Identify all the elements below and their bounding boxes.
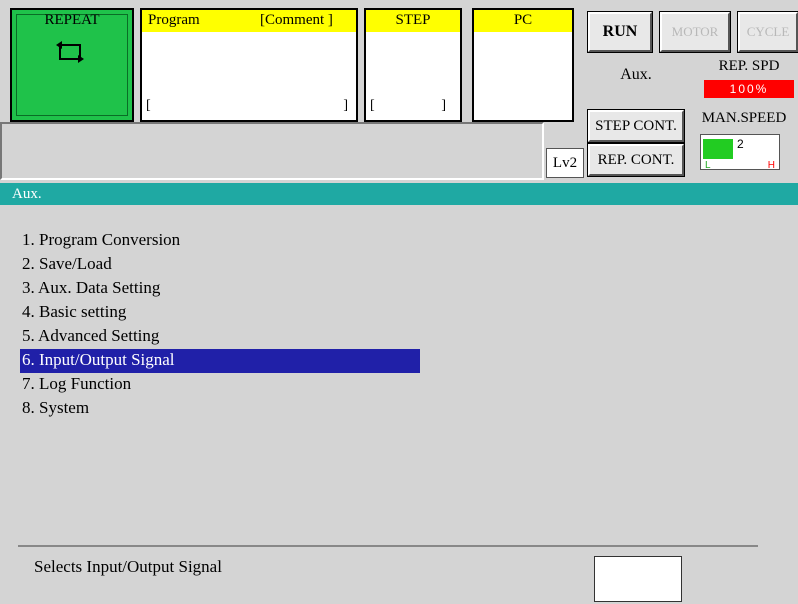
step-bracket-close: ] [441,98,446,113]
help-message: Selects Input/Output Signal [34,557,222,576]
man-speed-low: L [705,160,711,171]
repeat-icon [56,41,84,63]
man-speed-high: H [767,160,775,171]
run-button[interactable]: RUN [587,11,653,53]
program-slot[interactable]: Program [Comment ] [ ] [140,8,358,122]
step-cont-button[interactable]: STEP CONT. [587,109,685,143]
man-speed-label: MAN.SPEED [701,110,787,126]
step-header: STEP [366,10,460,32]
comment-label: [Comment ] [260,12,333,28]
message-area [0,122,544,180]
motor-button[interactable]: MOTOR [659,11,731,53]
menu-item-advanced-setting[interactable]: 5. Advanced Setting [20,325,420,349]
level-indicator: Lv2 [546,148,584,178]
program-label: Program [148,12,200,28]
menu-item-program-conversion[interactable]: 1. Program Conversion [20,229,420,253]
pc-slot[interactable]: PC [472,8,574,122]
step-slot[interactable]: STEP [ ] [364,8,462,122]
cycle-button[interactable]: CYCLE [737,11,798,53]
screen-title-bar: Aux. [0,183,798,205]
rep-spd-label: REP. SPD [718,58,780,74]
menu-item-input-output-signal[interactable]: 6. Input/Output Signal [20,349,420,373]
man-speed-fill [703,139,733,159]
man-speed-gauge[interactable]: 2 L H [700,134,780,171]
repeat-mode-label: REPEAT [44,12,100,28]
menu-item-log-function[interactable]: 7. Log Function [20,373,420,397]
program-header: Program [Comment ] [142,10,356,32]
pc-header: PC [474,10,572,32]
rep-cont-button[interactable]: REP. CONT. [587,143,685,177]
step-bracket-open: [ [370,98,375,113]
program-bracket-close: ] [343,98,348,113]
man-speed-value: 2 [737,137,744,151]
rep-spd-value: 100% [704,80,794,98]
aux-menu: 1. Program Conversion 2. Save/Load 3. Au… [20,229,420,421]
repeat-mode-indicator[interactable]: REPEAT [10,8,134,122]
menu-item-basic-setting[interactable]: 4. Basic setting [20,301,420,325]
repeat-mode-inner [16,14,128,116]
aux-label: Aux. [620,66,652,83]
menu-item-save-load[interactable]: 2. Save/Load [20,253,420,277]
input-box[interactable] [594,556,682,602]
program-bracket-open: [ [146,98,151,113]
menu-item-system[interactable]: 8. System [20,397,420,421]
menu-item-aux-data-setting[interactable]: 3. Aux. Data Setting [20,277,420,301]
